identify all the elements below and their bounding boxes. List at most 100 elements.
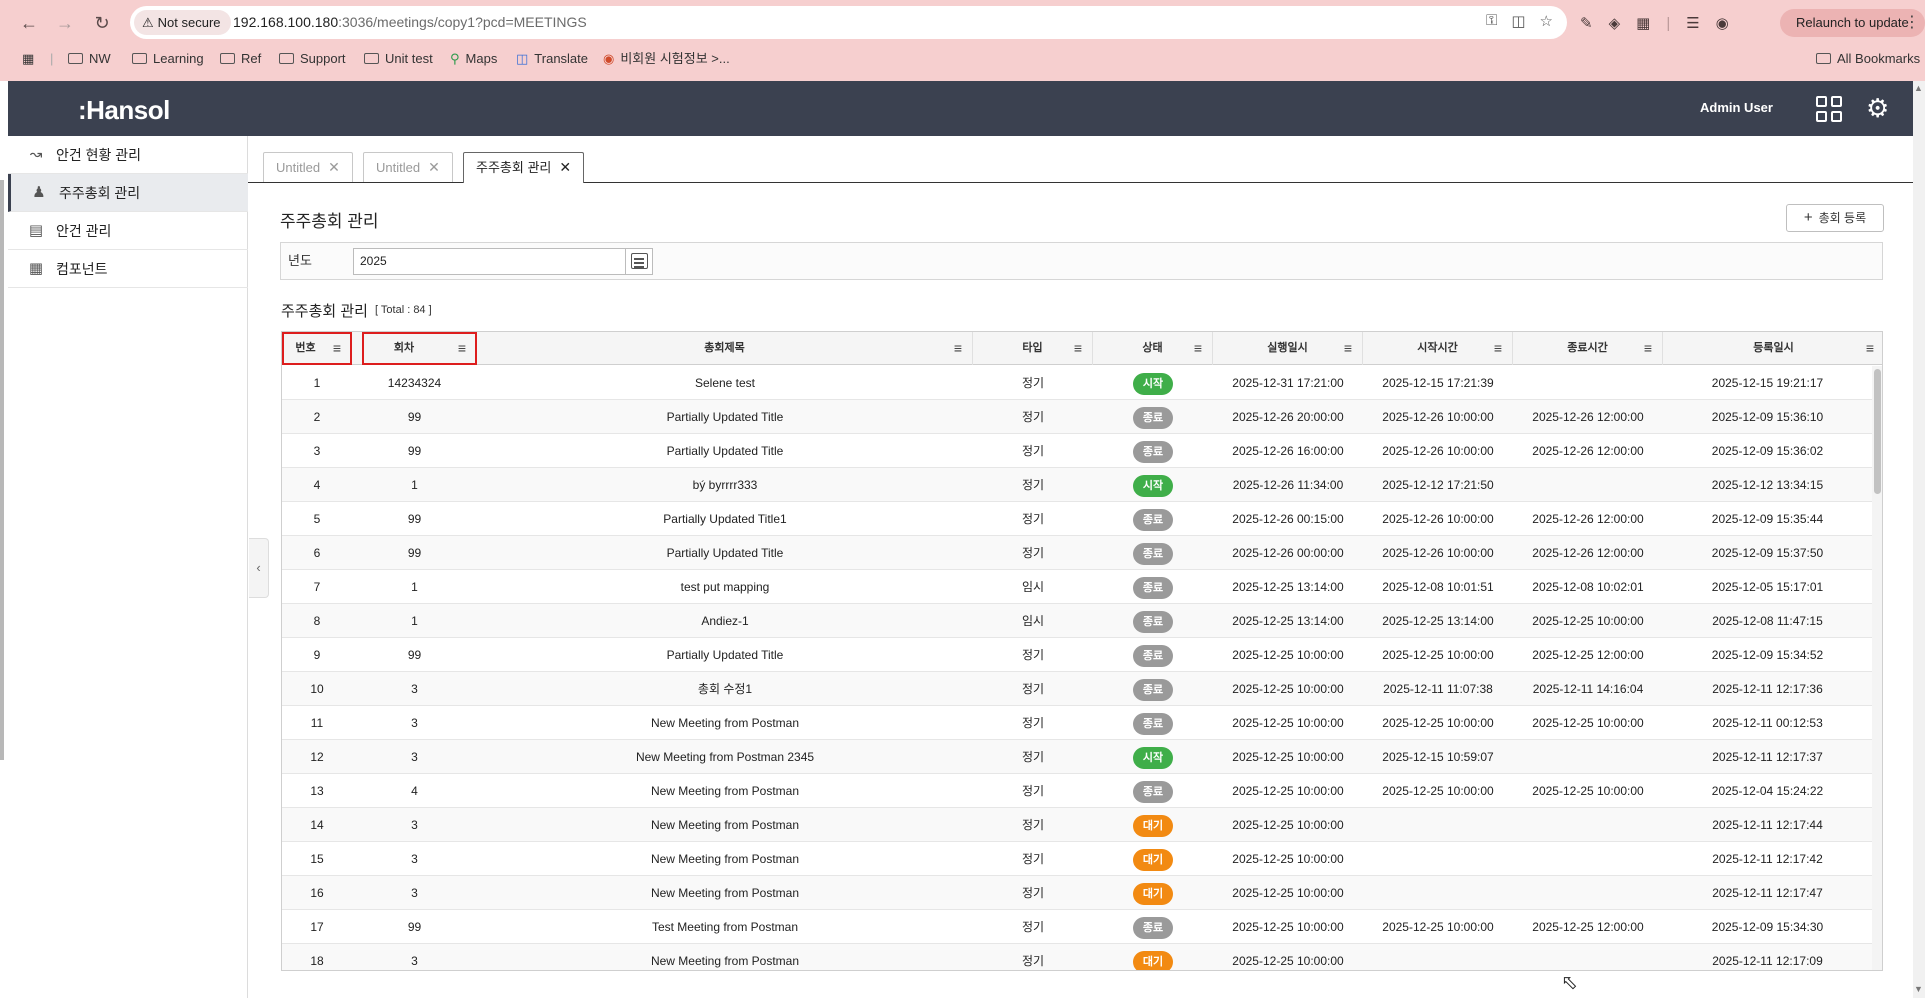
sidebar-item-shareholders-meeting[interactable]: ♟ 주주총회 관리 — [8, 174, 248, 212]
status-badge: 시작 — [1133, 746, 1173, 769]
table-row[interactable]: 3 99 Partially Updated Title 정기 종료 2025-12-26… — [282, 434, 1872, 468]
profile-icon[interactable]: ◉ — [1716, 14, 1729, 32]
table-row[interactable]: 6 99 Partially Updated Title 정기 종료 2025-12-26… — [282, 536, 1872, 570]
table-row[interactable]: 7 1 test put mapping 임시 종료 2025-12-25 13:14:0… — [282, 570, 1872, 604]
column-menu-icon[interactable]: ≡ — [1194, 332, 1202, 365]
bookmark-learning[interactable]: Learning — [132, 46, 204, 72]
column-header-end-time[interactable]: 종료시간 ≡ — [1513, 332, 1663, 365]
table-row[interactable]: 14 3 New Meeting from Postman 정기 대기 2025-12-2… — [282, 808, 1872, 842]
tab-shareholders-meeting[interactable]: 주주총회 관리 ✕ — [463, 152, 585, 183]
status-badge: 종료 — [1133, 610, 1173, 633]
close-icon[interactable]: ✕ — [328, 159, 340, 175]
reading-list-icon[interactable]: ☰ — [1686, 14, 1699, 32]
column-menu-icon[interactable]: ≡ — [333, 332, 341, 365]
close-icon[interactable]: ✕ — [559, 159, 571, 175]
column-header-title[interactable]: 총회제목 ≡ — [477, 332, 973, 365]
reload-icon[interactable]: ↻ — [89, 10, 115, 36]
table-row[interactable]: 13 4 New Meeting from Postman 정기 종료 2025-12-2… — [282, 774, 1872, 808]
column-header-status[interactable]: 상태 ≡ — [1093, 332, 1213, 365]
bookmark-unit-test[interactable]: Unit test — [364, 46, 433, 72]
table-row[interactable]: 8 1 Andiez-1 임시 종료 2025-12-25 13:14:00 2025-12… — [282, 604, 1872, 638]
bookmark-translate[interactable]: ◫ Translate — [516, 46, 588, 72]
column-header-registered-time[interactable]: 등록일시 ≡ — [1663, 332, 1882, 365]
sidebar-item-agenda-status[interactable]: ↝ 안건 현황 관리 — [8, 136, 248, 174]
add-meeting-button[interactable]: + 총회 등록 — [1786, 204, 1884, 232]
table-row[interactable]: 18 3 New Meeting from Postman 정기 대기 2025-12-2… — [282, 944, 1872, 970]
tab-untitled-2[interactable]: Untitled ✕ — [363, 152, 453, 182]
table-row[interactable]: 4 1 bý byrrrr333 정기 시작 2025-12-26 11:34:00 202… — [282, 468, 1872, 502]
extension-send-icon[interactable]: ✎ — [1580, 14, 1593, 32]
sidebar-item-agenda[interactable]: ▤ 안건 관리 — [8, 212, 248, 250]
column-header-execution-time[interactable]: 실행일시 ≡ — [1213, 332, 1363, 365]
star-icon[interactable]: ☆ — [1540, 12, 1553, 32]
bookmark-exam-info[interactable]: ◉ 비회원 시험정보 >... — [603, 46, 730, 72]
table-row[interactable]: 1 14234324 Selene test 정기 시작 2025-12-31 17:21… — [282, 366, 1872, 400]
all-bookmarks[interactable]: All Bookmarks — [1816, 46, 1920, 72]
column-menu-icon[interactable]: ≡ — [1344, 332, 1352, 365]
column-menu-icon[interactable]: ≡ — [954, 332, 962, 365]
bookmark-support[interactable]: Support — [279, 46, 346, 72]
translate-bookmark-icon: ◫ — [516, 51, 529, 66]
table-row[interactable]: 2 99 Partially Updated Title 정기 종료 2025-12-26… — [282, 400, 1872, 434]
back-icon[interactable]: ← — [16, 10, 42, 36]
gear-icon[interactable]: ⚙ — [1866, 94, 1889, 122]
column-header-number[interactable]: 번호 ≡ — [282, 332, 352, 365]
tab-untitled-1[interactable]: Untitled ✕ — [263, 152, 353, 182]
column-header-type[interactable]: 타입 ≡ — [973, 332, 1093, 365]
bookmark-maps[interactable]: ⚲ Maps — [450, 46, 497, 72]
table-scrollbar[interactable] — [1872, 366, 1882, 970]
mouse-cursor-icon: ⬁ — [1561, 972, 1578, 994]
column-header-start-time[interactable]: 시작시간 ≡ — [1363, 332, 1513, 365]
column-menu-icon[interactable]: ≡ — [1866, 332, 1874, 365]
table-row[interactable]: 5 99 Partially Updated Title1 정기 종료 2025-12-2… — [282, 502, 1872, 536]
cell-title: Partially Updated Title — [666, 444, 784, 458]
forward-icon[interactable]: → — [52, 10, 78, 36]
sidebar-collapse-button[interactable]: ‹ — [249, 538, 269, 598]
key-icon[interactable]: ⚿ — [1486, 12, 1497, 32]
status-badge: 종료 — [1133, 678, 1173, 701]
translate-icon[interactable]: ◫ — [1511, 12, 1525, 32]
scrollbar-thumb[interactable] — [1874, 369, 1881, 494]
column-menu-icon[interactable]: ≡ — [458, 332, 466, 365]
security-chip[interactable]: ⚠ Not secure — [134, 10, 231, 35]
apps-icon[interactable]: ▦ — [22, 46, 34, 72]
table-row[interactable]: 17 99 Test Meeting from Postman 정기 종료 2025-12… — [282, 910, 1872, 944]
sidebar-item-label: 컴포넌트 — [56, 261, 108, 277]
column-label: 타입 — [1022, 342, 1043, 354]
grid-icon: ▦ — [28, 260, 44, 277]
column-header-round[interactable]: 회차 ≡ — [362, 332, 477, 365]
year-input[interactable]: 2025 — [353, 248, 653, 275]
status-badge: 종료 — [1133, 440, 1173, 463]
user-name[interactable]: Admin User — [1700, 100, 1773, 115]
table-row[interactable]: 16 3 New Meeting from Postman 정기 대기 2025-12-2… — [282, 876, 1872, 910]
cell-registered-time: 2025-12-04 15:24:22 — [1711, 784, 1824, 798]
column-menu-icon[interactable]: ≡ — [1074, 332, 1082, 365]
cell-number: 8 — [313, 614, 321, 628]
table-row[interactable]: 10 3 총회 수정1 정기 종료 2025-12-25 10:00:00 2025-12-… — [282, 672, 1872, 706]
column-menu-icon[interactable]: ≡ — [1644, 332, 1652, 365]
line-chart-icon: ↝ — [29, 146, 43, 163]
column-menu-icon[interactable]: ≡ — [1494, 332, 1502, 365]
page-scrollbar[interactable]: ▲ ▼ — [1913, 81, 1925, 998]
window-edge — [0, 180, 4, 760]
cell-registered-time: 2025-12-09 15:36:02 — [1711, 444, 1824, 458]
table-row[interactable]: 15 3 New Meeting from Postman 정기 대기 2025-12-2… — [282, 842, 1872, 876]
url-text[interactable]: 192.168.100.180:3036/meetings/copy1?pcd=… — [233, 6, 587, 39]
bookmark-nw[interactable]: NW — [68, 46, 111, 72]
sidebar-item-components[interactable]: ▦ 컴포넌트 — [8, 250, 248, 288]
cell-round: 3 — [411, 954, 418, 968]
hansol-logo[interactable]: :Hansol — [78, 95, 170, 126]
table-row[interactable]: 11 3 New Meeting from Postman 정기 종료 2025-12-2… — [282, 706, 1872, 740]
browser-menu-icon[interactable]: ⋮ — [1904, 12, 1920, 32]
scroll-up-icon[interactable]: ▲ — [1914, 83, 1923, 93]
table-row[interactable]: 12 3 New Meeting from Postman 2345 정기 시작 2025… — [282, 740, 1872, 774]
apps-grid-icon[interactable] — [1816, 96, 1842, 122]
bookmark-ref[interactable]: Ref — [220, 46, 261, 72]
table-row[interactable]: 9 99 Partially Updated Title 정기 종료 2025-12-25… — [282, 638, 1872, 672]
calendar-icon[interactable] — [631, 253, 648, 269]
extensions-puzzle-icon[interactable]: ▦ — [1636, 14, 1650, 32]
extension-translate-icon[interactable]: ◈ — [1609, 14, 1621, 32]
address-bar[interactable]: ⚠ Not secure 192.168.100.180:3036/meeting… — [130, 6, 1567, 39]
close-icon[interactable]: ✕ — [428, 159, 440, 175]
scroll-down-icon[interactable]: ▼ — [1914, 984, 1923, 994]
